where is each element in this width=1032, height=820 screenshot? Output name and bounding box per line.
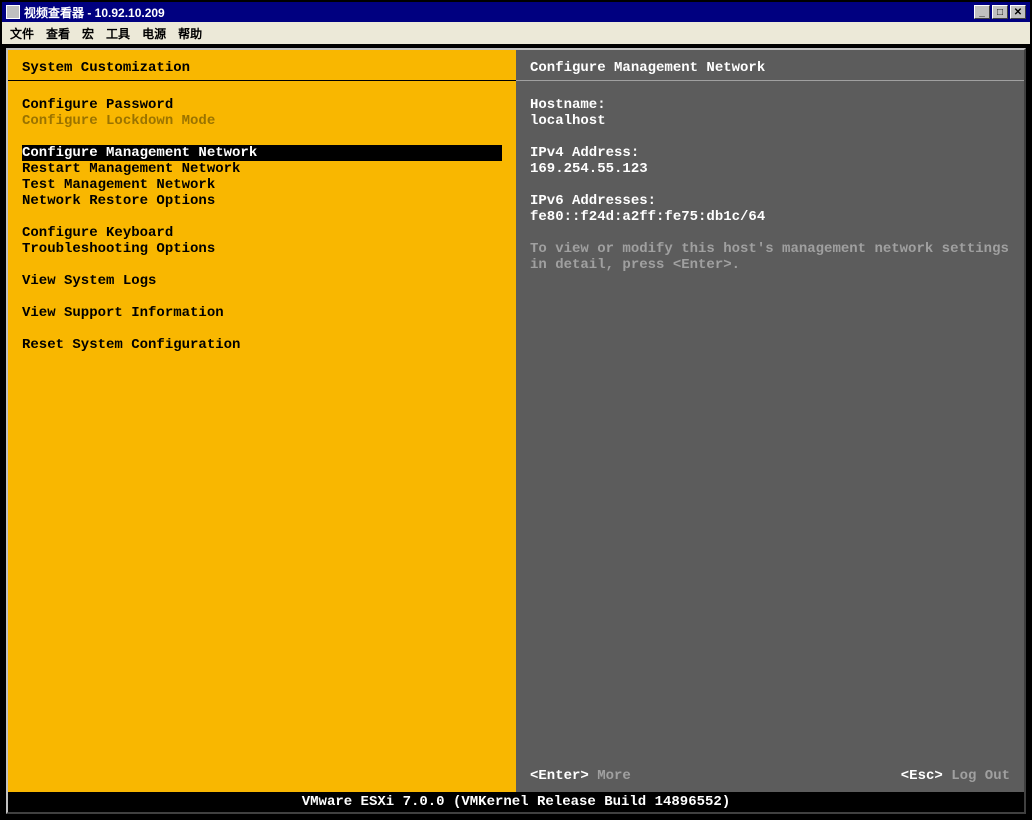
enter-key: <Enter>: [530, 768, 589, 784]
menu-list-item[interactable]: Reset System Configuration: [22, 337, 502, 353]
left-panel-body: Configure PasswordConfigure Lockdown Mod…: [8, 89, 516, 792]
window-controls: _ □ ✕: [974, 5, 1026, 19]
left-panel-header: System Customization: [8, 50, 516, 81]
menubar: 文件 查看 宏 工具 电源 帮助: [2, 22, 1030, 44]
menu-list-item[interactable]: View System Logs: [22, 273, 502, 289]
menu-list-item[interactable]: Restart Management Network: [22, 161, 502, 177]
main-panels: System Customization Configure PasswordC…: [8, 50, 1024, 792]
enter-label: More: [597, 768, 631, 784]
menu-list-item[interactable]: Configure Management Network: [22, 145, 502, 161]
left-panel: System Customization Configure PasswordC…: [8, 50, 516, 792]
right-panel-body: Hostname: localhost IPv4 Address: 169.25…: [516, 89, 1024, 792]
esc-label: Log Out: [951, 768, 1010, 784]
console-inner: System Customization Configure PasswordC…: [6, 48, 1026, 814]
esc-key: <Esc>: [901, 768, 943, 784]
menu-list-item[interactable]: Configure Keyboard: [22, 225, 502, 241]
menu-list-item[interactable]: Configure Password: [22, 97, 502, 113]
menu-file[interactable]: 文件: [10, 25, 34, 42]
menu-macro[interactable]: 宏: [82, 25, 94, 42]
right-panel: Configure Management Network Hostname: l…: [516, 50, 1024, 792]
window-title: 视频查看器 - 10.92.10.209: [24, 4, 165, 21]
ipv6-value: fe80::f24d:a2ff:fe75:db1c/64: [530, 209, 1010, 225]
ipv4-value: 169.254.55.123: [530, 161, 1010, 177]
menu-tools[interactable]: 工具: [106, 25, 130, 42]
hostname-label: Hostname:: [530, 97, 1010, 113]
close-button[interactable]: ✕: [1010, 5, 1026, 19]
panel-hint: To view or modify this host's management…: [530, 241, 1010, 273]
bottom-bar: <Enter> More <Esc> Log Out: [530, 768, 1010, 784]
menu-view[interactable]: 查看: [46, 25, 70, 42]
enter-hint: <Enter> More: [530, 768, 631, 784]
menu-list-item[interactable]: Troubleshooting Options: [22, 241, 502, 257]
ipv6-label: IPv6 Addresses:: [530, 193, 1010, 209]
app-icon: [6, 5, 20, 19]
menu-help[interactable]: 帮助: [178, 25, 202, 42]
menu-list: Configure PasswordConfigure Lockdown Mod…: [22, 97, 502, 353]
menu-list-item: Configure Lockdown Mode: [22, 113, 502, 129]
menu-power[interactable]: 电源: [142, 25, 166, 42]
maximize-button[interactable]: □: [992, 5, 1008, 19]
console-area: System Customization Configure PasswordC…: [2, 44, 1030, 818]
hostname-value: localhost: [530, 113, 1010, 129]
titlebar: 视频查看器 - 10.92.10.209 _ □ ✕: [2, 2, 1030, 22]
menu-list-item[interactable]: View Support Information: [22, 305, 502, 321]
version-bar: VMware ESXi 7.0.0 (VMKernel Release Buil…: [8, 792, 1024, 812]
app-window: 视频查看器 - 10.92.10.209 _ □ ✕ 文件 查看 宏 工具 电源…: [0, 0, 1032, 820]
esc-hint: <Esc> Log Out: [901, 768, 1010, 784]
ipv4-label: IPv4 Address:: [530, 145, 1010, 161]
menu-list-item[interactable]: Network Restore Options: [22, 193, 502, 209]
titlebar-left: 视频查看器 - 10.92.10.209: [6, 4, 165, 21]
right-panel-header: Configure Management Network: [516, 50, 1024, 81]
menu-list-item[interactable]: Test Management Network: [22, 177, 502, 193]
minimize-button[interactable]: _: [974, 5, 990, 19]
